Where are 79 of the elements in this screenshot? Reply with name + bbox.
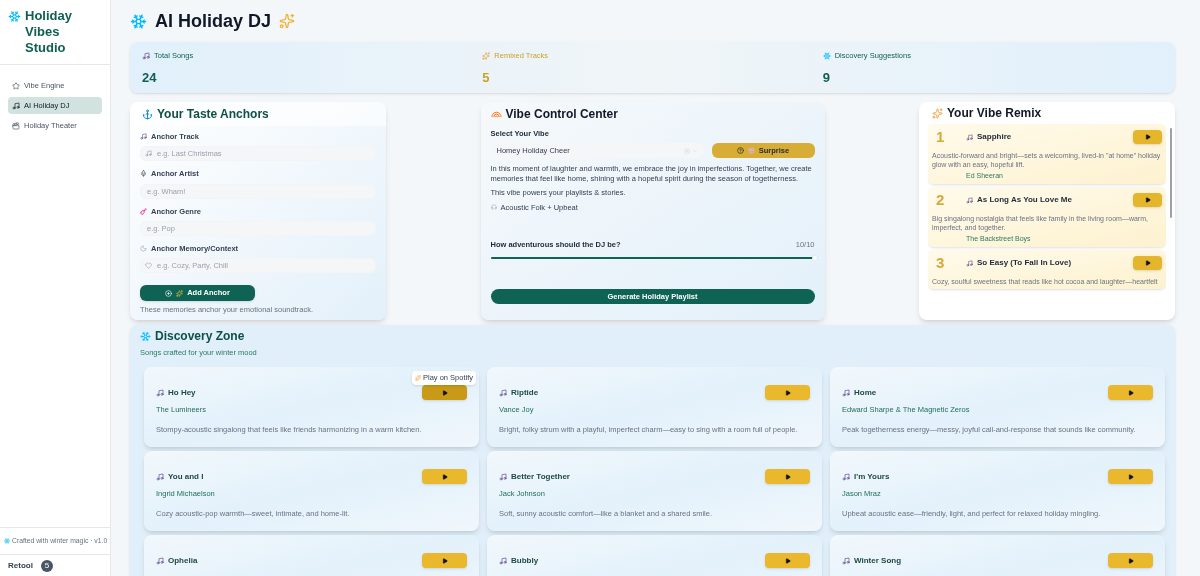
- track-title: So Easy (To Fall In Love): [977, 257, 1072, 270]
- song-title: You and I: [168, 470, 204, 483]
- play-icon: [1144, 197, 1151, 204]
- song-title: Bubbly: [511, 554, 539, 567]
- play-icon: [441, 557, 448, 564]
- music-note-icon: [842, 472, 850, 481]
- music-note-icon: [499, 472, 507, 481]
- snowflake-icon: [4, 537, 10, 544]
- play-icon: [1144, 260, 1151, 267]
- panel-title: Discovery Zone: [155, 328, 245, 345]
- star-icon: [12, 81, 20, 90]
- microphone-icon: [140, 170, 147, 178]
- clapperboard-icon: [12, 121, 20, 130]
- play-icon: [784, 473, 791, 480]
- play-button[interactable]: [1133, 256, 1162, 271]
- music-note-icon: [156, 388, 164, 397]
- music-note-icon: [966, 133, 973, 141]
- music-note-icon: [12, 101, 20, 110]
- music-note-icon: [499, 388, 507, 397]
- anchor-icon: [142, 108, 153, 120]
- play-icon: [784, 557, 791, 564]
- sparkles-icon: [279, 13, 296, 29]
- song-title: Better Together: [511, 470, 570, 483]
- notification-count[interactable]: 5: [40, 559, 53, 572]
- snowflake-icon: [130, 12, 147, 30]
- music-note-icon: [966, 259, 973, 267]
- track-title: As Long As You Love Me: [977, 194, 1072, 207]
- snowflake-icon: [822, 51, 831, 60]
- music-note-icon: [142, 51, 150, 60]
- stat-value: 9: [822, 69, 830, 88]
- play-button[interactable]: [1133, 130, 1162, 145]
- song-title: Riptide: [511, 386, 539, 399]
- music-note-icon: [156, 556, 164, 565]
- song-title: I'm Yours: [854, 470, 890, 483]
- track-title: Sapphire: [977, 131, 1012, 144]
- music-note-icon: [145, 150, 152, 158]
- song-title: Ho Hey: [168, 386, 196, 399]
- sparkles-icon: [482, 51, 491, 60]
- stat-value: 5: [482, 69, 490, 88]
- moon-icon: [140, 244, 147, 252]
- gift-icon: [747, 147, 755, 155]
- retool-logo[interactable]: Retool: [8, 559, 33, 572]
- sparkles-icon: [932, 107, 943, 119]
- play-icon: [784, 389, 791, 396]
- panel-title: Your Vibe Remix: [947, 105, 1042, 122]
- play-icon: [441, 389, 448, 396]
- plus-icon: [165, 289, 173, 297]
- sparkles-icon: [176, 289, 184, 297]
- play-icon: [1127, 557, 1134, 564]
- slider-handle[interactable]: [811, 255, 818, 261]
- music-note-icon: [140, 133, 147, 141]
- song-title: Home: [854, 386, 877, 399]
- rank-number: 3: [935, 253, 946, 273]
- music-note-icon: [842, 556, 850, 565]
- panel-title: Your Taste Anchors: [157, 106, 269, 123]
- stat-value: 24: [142, 69, 157, 88]
- heart-icon: [145, 262, 152, 269]
- panel-title: Vibe Control Center: [505, 106, 618, 123]
- sparkles-icon: [414, 374, 421, 381]
- play-icon: [1144, 134, 1151, 141]
- music-note-icon: [156, 472, 164, 481]
- play-button[interactable]: [1133, 193, 1162, 208]
- brand-title: Holiday Vibes Studio: [25, 8, 73, 56]
- rank-number: 1: [935, 127, 946, 147]
- song-title: Winter Song: [854, 554, 902, 567]
- guitar-icon: [140, 207, 147, 215]
- play-icon: [1127, 389, 1134, 396]
- page-title: AI Holiday DJ: [155, 9, 272, 33]
- music-note-icon: [499, 556, 507, 565]
- snowflake-icon: [140, 330, 151, 342]
- play-icon: [1127, 473, 1134, 480]
- question-icon: [736, 147, 744, 155]
- snowflake-icon: [8, 10, 21, 23]
- song-title: Ophelia: [168, 554, 198, 567]
- headphones-icon: [490, 204, 497, 211]
- music-note-icon: [966, 196, 973, 204]
- music-note-icon: [842, 388, 850, 397]
- play-icon: [441, 473, 448, 480]
- rank-number: 2: [935, 190, 946, 210]
